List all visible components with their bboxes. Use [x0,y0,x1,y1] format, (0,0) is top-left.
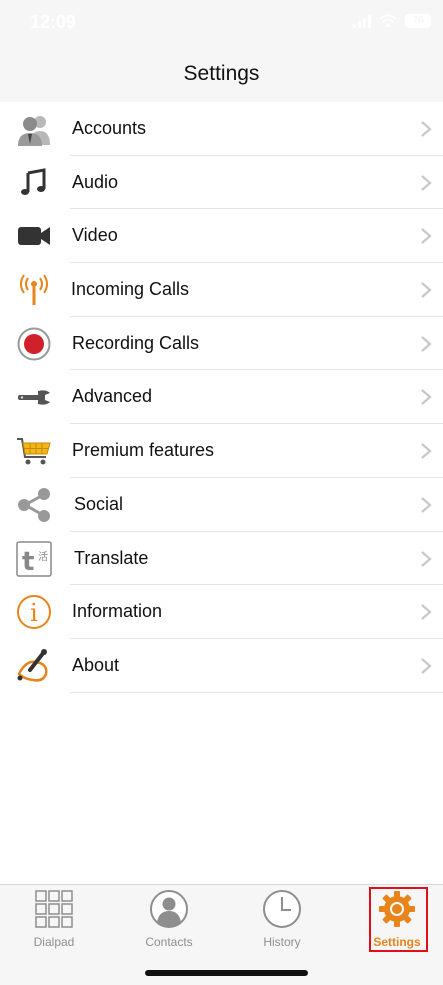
shopping-cart-icon [16,433,52,469]
record-icon [16,326,52,362]
translate-t-glyph: t [22,547,34,577]
contacts-icon [149,889,189,929]
settings-item-audio[interactable]: Audio [0,156,443,210]
chevron-right-icon [421,282,432,298]
chevron-right-icon [421,335,432,352]
settings-item-information[interactable]: i Information [0,585,443,639]
info-icon: i [16,594,52,630]
settings-item-video[interactable]: Video [0,209,443,264]
divider [70,691,443,693]
chevron-right-icon [421,658,432,674]
translate-icon: t 活 [16,540,52,577]
settings-item-label: Information [72,601,163,622]
translate-zh-glyph: 活 [38,551,48,563]
settings-item-label: Incoming Calls [71,279,190,300]
chevron-right-icon [421,389,432,406]
settings-item-premium-features[interactable]: Premium features [0,424,443,478]
wifi-icon [379,14,397,28]
settings-item-label: Social [74,493,124,514]
settings-item-label: Recording Calls [72,332,200,353]
settings-item-accounts[interactable]: Accounts [0,102,443,156]
tab-label: Contacts [145,935,193,949]
about-icon [16,648,52,684]
settings-item-label: Premium features [72,440,215,461]
chevron-right-icon [421,443,432,459]
antenna-icon [16,272,52,308]
tab-label: History [263,935,301,949]
navigation-bar: Settings [0,46,443,102]
battery-icon: 76 [405,14,431,28]
tab-settings-highlight [369,887,428,952]
settings-list: Accounts Audio Video Incoming Calls Reco… [0,102,443,693]
chevron-right-icon [421,550,432,567]
dialpad-icon [34,889,74,929]
settings-item-social[interactable]: Social [0,478,443,532]
settings-item-label: Advanced [72,386,153,407]
chevron-right-icon [421,228,432,245]
info-glyph: i [30,599,38,627]
wrench-icon [16,379,52,415]
settings-item-label: Audio [72,171,119,192]
clock-icon [262,889,302,929]
home-indicator[interactable] [145,970,308,976]
settings-item-label: Translate [74,547,149,568]
settings-item-label: Accounts [72,118,147,138]
status-bar: 12:09 76 [0,0,443,46]
chevron-right-icon [421,174,432,191]
share-icon [16,487,52,523]
status-icons: 76 [353,14,431,28]
settings-item-about[interactable]: About [0,639,443,693]
chevron-right-icon [421,496,432,513]
cellular-signal-icon [353,14,371,28]
accounts-icon [16,111,52,147]
settings-item-recording-calls[interactable]: Recording Calls [0,317,443,371]
settings-item-translate[interactable]: t 活 Translate [0,532,443,586]
chevron-right-icon [421,121,432,137]
tab-dialpad[interactable]: Dialpad [14,889,94,951]
tab-label: Dialpad [33,935,75,949]
settings-item-label: Video [72,225,118,246]
video-camera-icon [16,218,52,254]
music-note-icon [16,165,52,201]
settings-item-advanced[interactable]: Advanced [0,370,443,425]
chevron-right-icon [421,604,432,621]
settings-item-label: About [72,654,120,675]
tab-contacts[interactable]: Contacts [129,889,209,951]
settings-item-incoming-calls[interactable]: Incoming Calls [0,263,443,317]
status-time: 12:09 [30,12,77,32]
page-title: Settings [183,62,260,85]
tab-history[interactable]: History [242,889,322,951]
